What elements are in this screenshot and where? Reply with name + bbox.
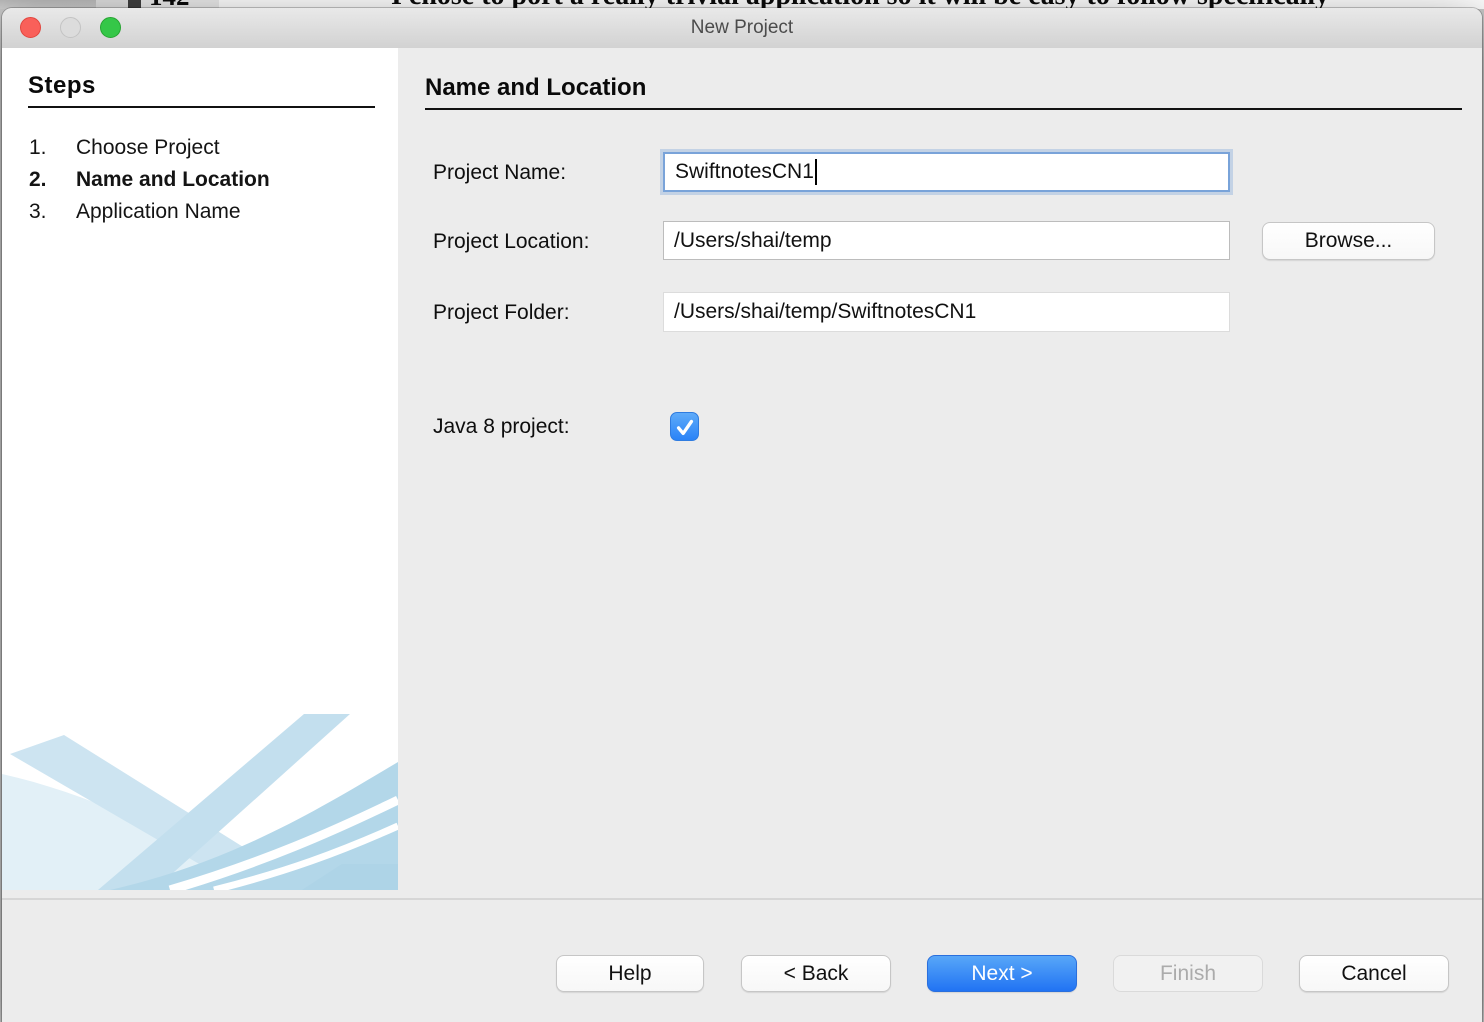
project-location-value: /Users/shai/temp: [674, 229, 832, 253]
new-project-dialog: New Project Steps 1. Choose Project 2. N…: [2, 8, 1482, 1022]
project-folder-input[interactable]: /Users/shai/temp/SwiftnotesCN1: [663, 292, 1230, 332]
panel-heading: Name and Location: [425, 74, 646, 102]
steps-heading-rule: [28, 106, 375, 108]
finish-button[interactable]: Finish: [1113, 955, 1263, 992]
panel-heading-rule: [425, 108, 1462, 110]
step-label: Choose Project: [76, 132, 220, 164]
step-item-application-name: 3. Application Name: [2, 196, 398, 228]
text-caret: [815, 159, 817, 185]
wizard-watermark-swoosh: [2, 714, 398, 890]
step-label: Application Name: [76, 196, 241, 228]
project-name-input[interactable]: SwiftnotesCN1: [663, 152, 1230, 192]
step-item-name-and-location: 2. Name and Location: [2, 164, 398, 196]
window-title: New Project: [2, 8, 1482, 48]
step-number: 3.: [29, 196, 47, 228]
java8-label: Java 8 project:: [433, 413, 570, 441]
project-name-label: Project Name:: [433, 159, 566, 187]
project-location-label: Project Location:: [433, 228, 589, 256]
step-label: Name and Location: [76, 164, 270, 196]
help-button[interactable]: Help: [556, 955, 704, 992]
project-folder-label: Project Folder:: [433, 299, 570, 327]
project-folder-value: /Users/shai/temp/SwiftnotesCN1: [674, 300, 976, 324]
steps-list: 1. Choose Project 2. Name and Location 3…: [2, 132, 398, 228]
browse-button[interactable]: Browse...: [1262, 222, 1435, 260]
project-name-value: SwiftnotesCN1: [675, 160, 814, 184]
step-item-choose-project: 1. Choose Project: [2, 132, 398, 164]
next-button[interactable]: Next >: [927, 955, 1077, 992]
title-bar: New Project: [2, 8, 1482, 49]
content-area: [398, 48, 1482, 1022]
project-location-input[interactable]: /Users/shai/temp: [663, 221, 1230, 260]
checkmark-icon: [674, 416, 696, 438]
cancel-button[interactable]: Cancel: [1299, 955, 1449, 992]
steps-panel: Steps 1. Choose Project 2. Name and Loca…: [2, 48, 398, 890]
screen: 142 I chose to port a really trivial app…: [0, 0, 1484, 1022]
button-bar-separator: [2, 898, 1482, 900]
back-button[interactable]: < Back: [741, 955, 891, 992]
java8-checkbox[interactable]: [670, 412, 699, 441]
steps-heading: Steps: [28, 72, 96, 100]
step-number: 1.: [29, 132, 47, 164]
step-number: 2.: [29, 164, 47, 196]
